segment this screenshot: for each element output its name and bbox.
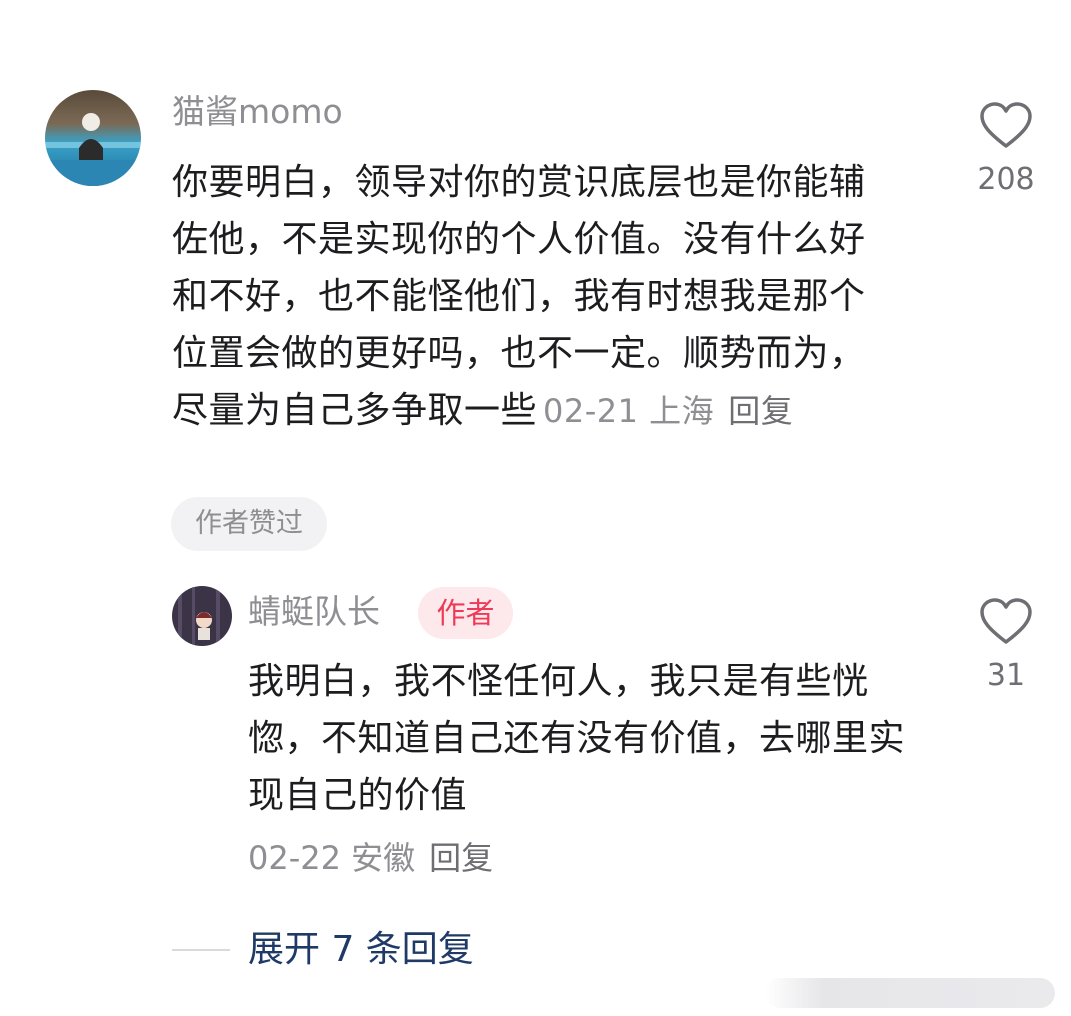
comment-thread: 猫酱momo 你要明白，领导对你的赏识底层也是你能辅佐他，不是实现你的个人价值。… bbox=[0, 0, 1071, 1016]
author-liked-badge: 作者赞过 bbox=[171, 497, 327, 551]
comment-text: 你要明白，领导对你的赏识底层也是你能辅佐他，不是实现你的个人价值。没有什么好和不… bbox=[172, 154, 897, 440]
reply-meta: 02-22 安徽 回复 bbox=[248, 836, 493, 880]
comment-reply-button[interactable]: 回复 bbox=[728, 392, 793, 430]
avatar[interactable] bbox=[45, 90, 141, 186]
comment-date-location: 02-21 上海 bbox=[543, 392, 715, 430]
reply-date-location: 02-22 安徽 bbox=[248, 839, 416, 877]
watermark bbox=[765, 978, 1055, 1008]
comment-username[interactable]: 猫酱momo bbox=[172, 90, 343, 134]
comment-like-button[interactable]: 208 bbox=[966, 102, 1046, 200]
expand-divider bbox=[172, 949, 230, 951]
heart-outline-icon bbox=[980, 102, 1032, 148]
comment-body: 你要明白，领导对你的赏识底层也是你能辅佐他，不是实现你的个人价值。没有什么好和不… bbox=[172, 162, 866, 431]
reply-avatar[interactable] bbox=[172, 586, 232, 646]
comment-like-count: 208 bbox=[977, 162, 1035, 197]
expand-replies-button[interactable]: 展开 7 条回复 bbox=[248, 926, 474, 974]
reply-text: 我明白，我不怪任何人，我只是有些恍惚，不知道自己还有没有价值，去哪里实现自己的价… bbox=[248, 661, 906, 816]
reply-reply-button[interactable]: 回复 bbox=[429, 839, 493, 877]
reply-like-button[interactable]: 31 bbox=[966, 598, 1046, 696]
heart-outline-icon bbox=[980, 598, 1032, 644]
reply-username[interactable]: 蜻蜓队长 bbox=[248, 590, 380, 634]
reply-like-count: 31 bbox=[986, 658, 1026, 693]
author-badge: 作者 bbox=[418, 587, 513, 639]
